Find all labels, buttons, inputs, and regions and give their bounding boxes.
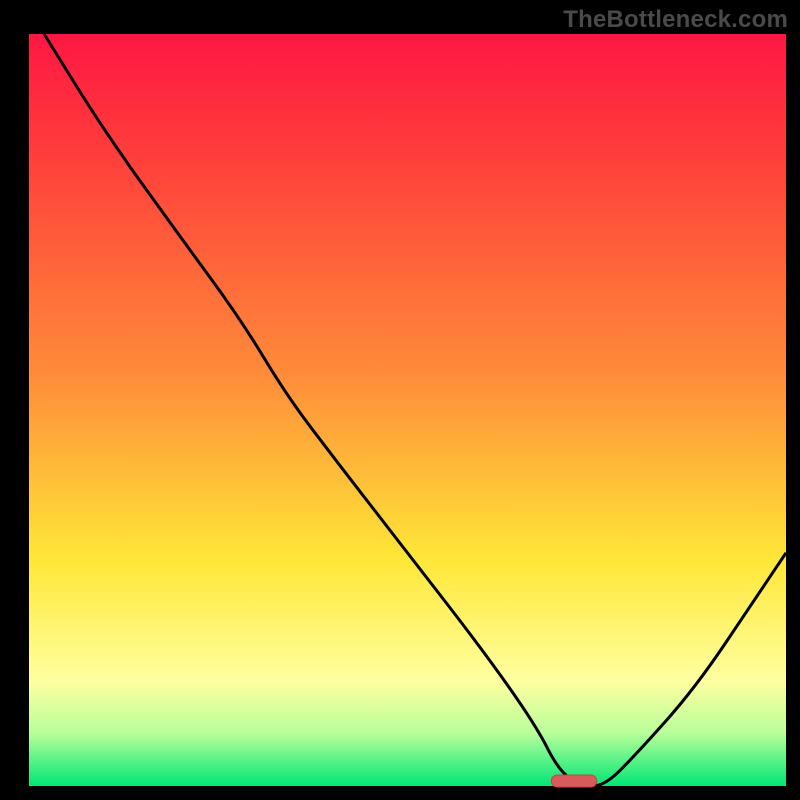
optimal-marker [551, 775, 596, 787]
watermark-text: TheBottleneck.com [563, 6, 788, 34]
plot-area [29, 34, 786, 786]
chart-container: TheBottleneck.com [0, 0, 800, 800]
bottleneck-chart [0, 0, 800, 800]
